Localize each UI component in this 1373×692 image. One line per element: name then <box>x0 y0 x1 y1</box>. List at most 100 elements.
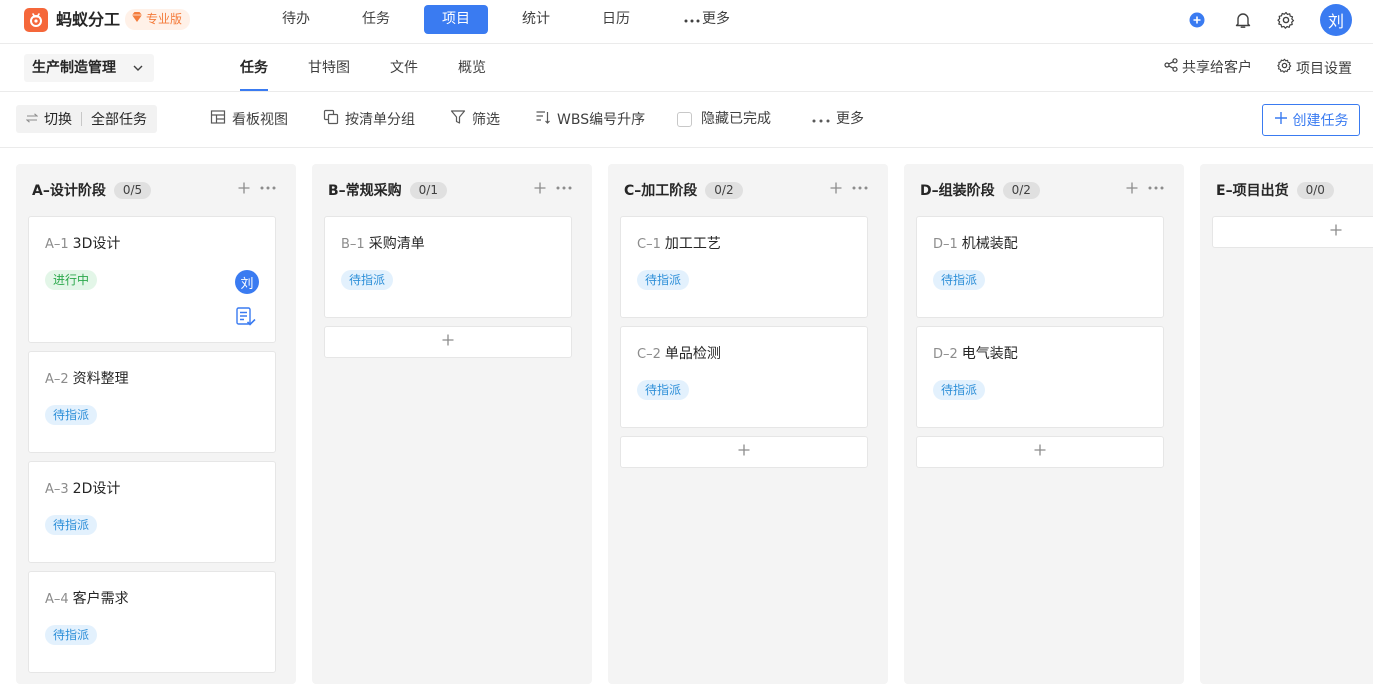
task-code: A–1 <box>45 237 69 252</box>
add-circle-icon[interactable] <box>1187 10 1207 30</box>
status-badge: 待指派 <box>45 515 98 535</box>
group-icon <box>323 109 339 131</box>
plus-icon <box>1330 224 1342 240</box>
group-by-list-button[interactable]: 按清单分组 <box>323 109 415 131</box>
task-card[interactable]: A–4 客户需求 待指派 <box>28 571 276 673</box>
add-task-row[interactable] <box>1212 216 1373 248</box>
filter-label: 筛选 <box>472 112 500 128</box>
task-card[interactable]: D–2 电气装配 待指派 <box>916 326 1164 428</box>
plus-icon[interactable] <box>1124 180 1140 196</box>
create-task-label: 创建任务 <box>1292 113 1349 129</box>
bell-icon[interactable] <box>1233 10 1253 30</box>
board-column: B–常规采购 0/1 B–1 采购清单 待指派 <box>312 164 592 684</box>
task-card[interactable]: A–3 2D设计 待指派 <box>28 461 276 563</box>
plus-icon[interactable] <box>236 180 252 196</box>
assignee-avatar[interactable]: 刘 <box>235 270 259 294</box>
task-code: D–2 <box>933 347 958 362</box>
task-title: 电气装配 <box>961 346 1018 362</box>
task-card[interactable]: A–1 3D设计 进行中 刘 <box>28 216 276 343</box>
pro-edition-badge[interactable]: 专业版 <box>125 9 191 30</box>
task-code: C–1 <box>637 237 661 252</box>
plus-icon[interactable] <box>532 180 548 196</box>
plus-icon[interactable] <box>828 180 844 196</box>
group-by-label: 按清单分组 <box>345 112 415 128</box>
task-card[interactable]: C–1 加工工艺 待指派 <box>620 216 868 318</box>
hide-completed-checkbox[interactable] <box>677 111 692 127</box>
task-card[interactable]: D–1 机械装配 待指派 <box>916 216 1164 318</box>
more-dots-icon[interactable] <box>1147 180 1165 196</box>
task-code: C–2 <box>637 347 661 362</box>
nav-todo[interactable]: 待办 <box>276 5 316 34</box>
task-title-line: A–1 3D设计 <box>45 234 120 255</box>
scope-switcher[interactable]: 切换 全部任务 <box>16 105 157 133</box>
sort-label: WBS编号升序 <box>557 112 646 128</box>
nav-calendar[interactable]: 日历 <box>596 5 636 34</box>
status-badge: 待指派 <box>341 270 394 290</box>
add-task-row[interactable] <box>324 326 572 358</box>
nav-more[interactable]: 更多 <box>684 5 732 34</box>
toolbar-more-button[interactable]: 更多 <box>812 109 864 129</box>
settings-label: 项目设置 <box>1296 60 1352 77</box>
gear-icon[interactable] <box>1276 10 1296 30</box>
top-navigation-bar: 蚂蚁分工 专业版 待办 任务 项目 统计 日历 更多 刘 <box>0 0 1373 44</box>
task-title: 采购清单 <box>368 236 425 252</box>
more-dots-icon[interactable] <box>555 180 573 196</box>
project-header-bar: 生产制造管理 任务 甘特图 文件 概览 共享给客户 项目设置 <box>0 44 1373 92</box>
hide-completed-label: 隐藏已完成 <box>701 111 771 127</box>
checklist-icon[interactable] <box>235 306 257 328</box>
board-column: A–设计阶段 0/5 A–1 3D设计 进行中 刘 A–2 资料整理 待指派 A–3… <box>16 164 296 684</box>
task-title-line: A–2 资料整理 <box>45 369 129 390</box>
task-card[interactable]: A–2 资料整理 待指派 <box>28 351 276 453</box>
add-task-row[interactable] <box>620 436 868 468</box>
task-card[interactable]: C–2 单品检测 待指派 <box>620 326 868 428</box>
task-code: A–2 <box>45 372 69 387</box>
tab-tasks[interactable]: 任务 <box>240 58 268 78</box>
more-dots-icon[interactable] <box>851 180 869 196</box>
more-dots-icon[interactable] <box>259 180 277 196</box>
more-dots-icon <box>684 5 700 34</box>
create-task-button[interactable]: 创建任务 <box>1262 104 1360 136</box>
column-header: B–常规采购 0/1 <box>328 180 447 200</box>
add-task-row[interactable] <box>916 436 1164 468</box>
board-view-button[interactable]: 看板视图 <box>210 109 288 131</box>
board-view-label: 看板视图 <box>232 112 288 128</box>
column-count-badge: 0/2 <box>1002 181 1040 199</box>
app-logo-icon[interactable] <box>24 8 48 32</box>
sort-button[interactable]: WBS编号升序 <box>535 109 645 131</box>
task-title: 3D设计 <box>72 236 121 252</box>
project-settings-button[interactable]: 项目设置 <box>1277 58 1352 79</box>
diamond-icon <box>131 9 143 30</box>
plus-icon <box>738 444 750 460</box>
column-title: E–项目出货 <box>1216 183 1289 199</box>
board-column: D–组装阶段 0/2 D–1 机械装配 待指派 D–2 电气装配 待指派 <box>904 164 1184 684</box>
filter-button[interactable]: 筛选 <box>450 109 500 131</box>
column-header: D–组装阶段 0/2 <box>920 180 1040 200</box>
status-badge: 进行中 <box>45 270 98 290</box>
task-code: A–3 <box>45 482 69 497</box>
nav-tasks[interactable]: 任务 <box>356 5 396 34</box>
share-to-client-button[interactable]: 共享给客户 <box>1164 58 1252 78</box>
user-avatar[interactable]: 刘 <box>1320 4 1352 36</box>
switch-label: 切换 <box>44 112 72 128</box>
task-card[interactable]: B–1 采购清单 待指派 <box>324 216 572 318</box>
plus-icon <box>1274 111 1288 129</box>
column-count-badge: 0/2 <box>705 181 743 199</box>
task-title: 单品检测 <box>664 346 721 362</box>
task-title: 客户需求 <box>72 591 129 607</box>
project-selector[interactable]: 生产制造管理 <box>24 54 154 82</box>
column-title: A–设计阶段 <box>32 183 106 199</box>
tab-gantt[interactable]: 甘特图 <box>308 58 350 78</box>
share-icon <box>1164 58 1178 78</box>
hide-completed-toggle[interactable]: 隐藏已完成 <box>677 109 771 129</box>
nav-projects[interactable]: 项目 <box>424 5 488 34</box>
nav-statistics[interactable]: 统计 <box>516 5 556 34</box>
tab-overview[interactable]: 概览 <box>458 58 486 78</box>
switch-arrows-icon <box>25 111 39 127</box>
tab-files[interactable]: 文件 <box>390 58 418 78</box>
board-view-icon <box>210 109 226 131</box>
kanban-board: A–设计阶段 0/5 A–1 3D设计 进行中 刘 A–2 资料整理 待指派 A–3… <box>0 148 1373 692</box>
board-column: C–加工阶段 0/2 C–1 加工工艺 待指派 C–2 单品检测 待指派 <box>608 164 888 684</box>
divider <box>81 112 82 126</box>
status-badge: 待指派 <box>45 405 98 425</box>
scope-label: 全部任务 <box>91 112 147 128</box>
